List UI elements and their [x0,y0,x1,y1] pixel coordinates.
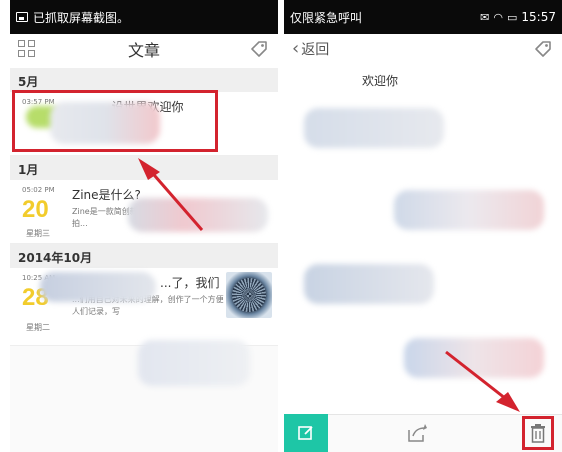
status-carrier-text: 仅限紧急呼叫 [290,10,363,25]
blurred-region [304,264,434,304]
month-header: 2014年10月 [10,244,278,268]
blurred-region [138,340,250,386]
article-detail-screen: 仅限紧急呼叫 ✉ ◠ ▭ 15:57 ‹ 返回 欢迎你 [284,0,562,452]
entry-title: ...了，我们 [160,276,220,290]
top-toolbar: ‹ 返回 [284,34,562,64]
list-item[interactable]: 05:02 PM 20 星期三 Zine是什么? Zine是一款简创新的...机… [10,180,278,244]
blurred-region [304,108,444,148]
entry-thumbnail [226,272,272,318]
entry-time: 05:02 PM [22,186,55,194]
blurred-region [394,190,544,230]
share-button[interactable] [404,420,430,446]
content-text: 欢迎你 [362,74,399,88]
delete-button[interactable] [522,416,554,450]
tag-icon[interactable] [250,40,268,58]
screenshot-icon [16,12,28,22]
article-content: 欢迎你 [284,68,562,414]
entry-weekday: 星期二 [26,323,50,332]
highlight-box [12,90,218,152]
status-bar: 已抓取屏幕截图。 [10,0,278,34]
chevron-left-icon: ‹ [292,38,300,59]
page-title: 文章 [127,41,160,60]
trash-icon [531,424,545,443]
notification-icon: ✉ [480,10,490,24]
status-time: 15:57 [521,10,556,24]
month-header: 1月 [10,156,278,180]
share-icon [408,424,427,442]
bottom-toolbar [284,414,562,452]
edit-icon [298,426,313,440]
battery-icon: ▭ [507,10,518,24]
wifi-icon: ◠ [493,10,503,24]
blurred-region [404,338,544,378]
entry-day: 20 [22,196,49,223]
month-header: 5月 [10,68,278,92]
edit-button[interactable] [284,414,328,452]
article-list-screen: 已抓取屏幕截图。 文章 5月 03:57 PM ...设世界欢迎你 1月 05:… [10,0,278,452]
entry-weekday: 星期三 [26,229,50,238]
status-notification-text: 已抓取屏幕截图。 [33,10,130,25]
back-button[interactable]: ‹ 返回 [292,38,329,59]
entry-title: Zine是什么? [72,188,141,202]
list-item[interactable]: 10:25 AM 28 星期二 ...了，我们 ...们用自己对未来的理解，创作… [10,268,278,346]
top-toolbar: 文章 [10,34,278,64]
status-bar: 仅限紧急呼叫 ✉ ◠ ▭ 15:57 [284,0,562,34]
blurred-region [128,198,268,232]
back-label: 返回 [301,41,330,58]
tag-icon[interactable] [534,40,552,58]
blurred-region [40,272,156,302]
